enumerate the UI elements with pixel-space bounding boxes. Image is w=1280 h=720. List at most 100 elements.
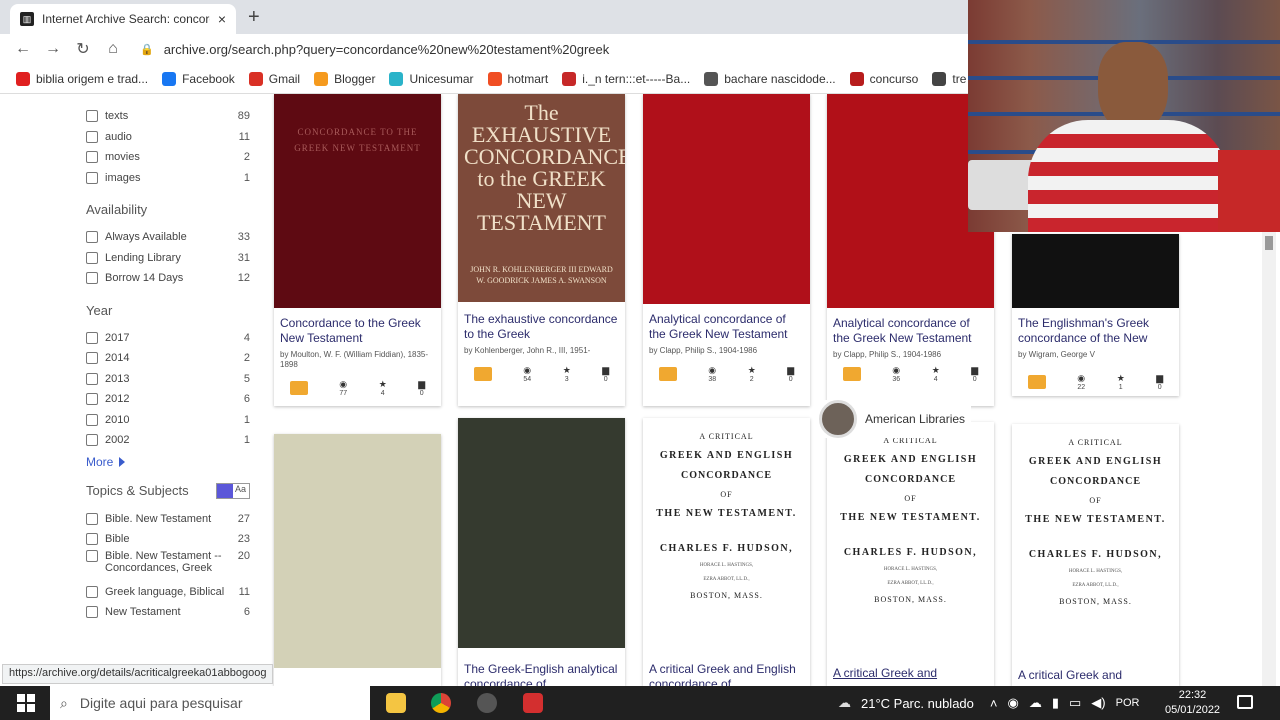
result-title[interactable]: The exhaustive concordance to the Greek <box>464 312 619 342</box>
result-title[interactable]: A critical Greek and <box>833 666 988 681</box>
facet-row[interactable]: Greek language, Biblical 11 <box>86 582 250 603</box>
windows-start-icon[interactable] <box>17 694 35 712</box>
facet-checkbox[interactable] <box>86 585 98 598</box>
result-card[interactable]: The Greek-English analytical concordance… <box>458 418 625 686</box>
facet-row[interactable]: Bible. New Testament -- Concordances, Gr… <box>86 549 250 582</box>
facet-checkbox[interactable] <box>86 272 98 285</box>
reload-icon[interactable]: ↻ <box>68 39 98 59</box>
book-cover-image[interactable] <box>1012 234 1179 308</box>
facet-checkbox[interactable] <box>86 151 98 164</box>
book-cover-image[interactable]: A CRITICAL GREEK AND ENGLISH CONCORDANCE OF… <box>827 422 994 652</box>
facet-row[interactable]: images 1 <box>86 168 250 189</box>
facet-row[interactable]: audio 11 <box>86 127 250 148</box>
facet-checkbox[interactable] <box>86 606 98 619</box>
result-author[interactable]: by Kohlenberger, John R., III, 1951- <box>464 346 619 356</box>
taskbar-search[interactable]: ⌕ Digite aqui para pesquisar <box>50 686 370 720</box>
volume-icon[interactable]: ◀) <box>1091 695 1105 711</box>
facet-checkbox[interactable] <box>86 130 98 143</box>
bookmark-item[interactable]: Gmail <box>248 71 300 86</box>
facet-row[interactable]: 2013 5 <box>86 369 250 390</box>
network-icon[interactable]: ◉ <box>1007 695 1018 711</box>
facet-row[interactable]: Lending Library 31 <box>86 248 250 269</box>
result-card[interactable]: A CRITICAL GREEK AND ENGLISH CONCORDANCE OF… <box>643 418 810 686</box>
file-explorer-icon[interactable] <box>386 693 406 713</box>
facet-checkbox[interactable] <box>86 352 98 365</box>
more-link[interactable]: More <box>86 455 250 469</box>
bookmark-item[interactable]: Unicesumar <box>389 71 474 86</box>
facet-checkbox[interactable] <box>86 434 98 447</box>
obs-icon[interactable] <box>477 693 497 713</box>
home-icon[interactable]: ⌂ <box>98 40 128 58</box>
result-title[interactable]: Analytical concordance of the Greek New … <box>649 312 804 342</box>
language-indicator[interactable]: POR <box>1116 697 1140 709</box>
facet-checkbox[interactable] <box>86 413 98 426</box>
facet-checkbox[interactable] <box>86 393 98 406</box>
taskbar-clock[interactable]: 22:32 05/01/2022 <box>1165 688 1220 718</box>
book-cover-image[interactable]: CONCORDANCE TO THE GREEK NEW TESTAMENT <box>274 94 441 308</box>
bookmark-item[interactable]: tre <box>932 71 966 86</box>
facet-row[interactable]: 2017 4 <box>86 328 250 349</box>
facet-row[interactable]: Bible 23 <box>86 529 250 550</box>
tray-arrow-icon[interactable]: ˄ <box>990 696 998 711</box>
facet-checkbox[interactable] <box>86 533 98 546</box>
facet-row[interactable]: New Testament 6 <box>86 602 250 623</box>
result-title[interactable]: A critical Greek and English concordance… <box>649 662 804 686</box>
result-author[interactable]: by Wigram, George V <box>1018 350 1173 360</box>
result-title[interactable]: A critical Greek and <box>1018 668 1173 683</box>
browser-tab[interactable]: ▥ Internet Archive Search: concord × <box>10 4 236 34</box>
result-title[interactable]: The Greek-English analytical concordance… <box>464 662 619 686</box>
wifi-icon[interactable]: ▭ <box>1069 695 1081 711</box>
facet-checkbox[interactable] <box>86 171 98 184</box>
result-author[interactable]: by Moulton, W. F. (William Fiddian), 183… <box>280 350 435 370</box>
result-card[interactable]: A CRITICAL GREEK AND ENGLISH CONCORDANCE OF… <box>1012 424 1179 686</box>
facet-row[interactable]: Always Available 33 <box>86 227 250 248</box>
bookmark-item[interactable]: biblia origem e trad... <box>16 71 148 86</box>
book-cover-image[interactable] <box>274 434 441 668</box>
bookmark-item[interactable]: i._n tern:::et-----Ba... <box>562 71 690 86</box>
book-cover-image[interactable] <box>643 94 810 304</box>
book-cover-image[interactable]: The EXHAUSTIVE CONCORDANCE to the GREEK … <box>458 94 625 302</box>
facet-checkbox[interactable] <box>86 549 98 562</box>
result-title[interactable]: The Englishman's Greek concordance of th… <box>1018 316 1173 346</box>
facet-checkbox[interactable] <box>86 372 98 385</box>
result-author[interactable]: by Clapp, Philip S., 1904-1986 <box>833 350 988 360</box>
collection-badge[interactable]: American Libraries <box>819 400 972 438</box>
chrome-icon[interactable] <box>431 693 451 713</box>
forward-icon[interactable]: → <box>38 40 68 58</box>
topics-sort-toggle[interactable]: Aa <box>216 482 250 499</box>
bookmark-item[interactable]: concurso <box>849 71 918 86</box>
bookmark-item[interactable]: Facebook <box>162 71 235 86</box>
acrobat-icon[interactable] <box>523 693 543 713</box>
facet-checkbox[interactable] <box>86 110 98 123</box>
facet-row[interactable]: 2012 6 <box>86 389 250 410</box>
bookmark-item[interactable]: bachare nascidode... <box>704 71 836 86</box>
result-card[interactable]: The Englishman's Greek concordance of th… <box>1012 234 1179 396</box>
result-card[interactable]: The EXHAUSTIVE CONCORDANCE to the GREEK … <box>458 94 625 406</box>
facet-row[interactable]: 2014 2 <box>86 348 250 369</box>
facet-row[interactable]: movies 2 <box>86 147 250 168</box>
book-cover-image[interactable]: A CRITICAL GREEK AND ENGLISH CONCORDANCE OF… <box>643 418 810 648</box>
facet-checkbox[interactable] <box>86 331 98 344</box>
bookmark-item[interactable]: hotmart <box>487 71 548 86</box>
result-title[interactable]: Analytical concordance of the Greek New … <box>833 316 988 346</box>
facet-row[interactable]: Borrow 14 Days 12 <box>86 268 250 289</box>
onedrive-icon[interactable]: ☁ <box>1029 695 1042 711</box>
facet-row[interactable]: texts 89 <box>86 106 250 127</box>
result-title[interactable]: Concordance to the Greek New Testament <box>280 316 435 346</box>
result-card[interactable]: CONCORDANCE TO THE GREEK NEW TESTAMENT Co… <box>274 94 441 406</box>
result-card[interactable]: Analytical concordance of the Greek New … <box>643 94 810 406</box>
facet-checkbox[interactable] <box>86 251 98 264</box>
mic-icon[interactable]: ▮ <box>1052 695 1059 711</box>
result-author[interactable]: by Clapp, Philip S., 1904-1986 <box>649 346 804 356</box>
result-card[interactable]: A CRITICAL GREEK AND ENGLISH CONCORDANCE OF… <box>827 422 994 686</box>
close-tab-icon[interactable]: × <box>218 11 226 27</box>
new-tab-button[interactable]: + <box>248 6 260 29</box>
book-cover-image[interactable] <box>458 418 625 648</box>
book-cover-image[interactable]: A CRITICAL GREEK AND ENGLISH CONCORDANCE OF… <box>1012 424 1179 654</box>
facet-row[interactable]: 2002 1 <box>86 430 250 451</box>
result-card[interactable] <box>274 434 441 686</box>
address-bar[interactable]: 🔒 archive.org/search.php?query=concordan… <box>140 37 609 61</box>
back-icon[interactable]: ← <box>8 40 38 58</box>
page-scrollbar[interactable] <box>1262 232 1276 686</box>
facet-checkbox[interactable] <box>86 512 98 525</box>
